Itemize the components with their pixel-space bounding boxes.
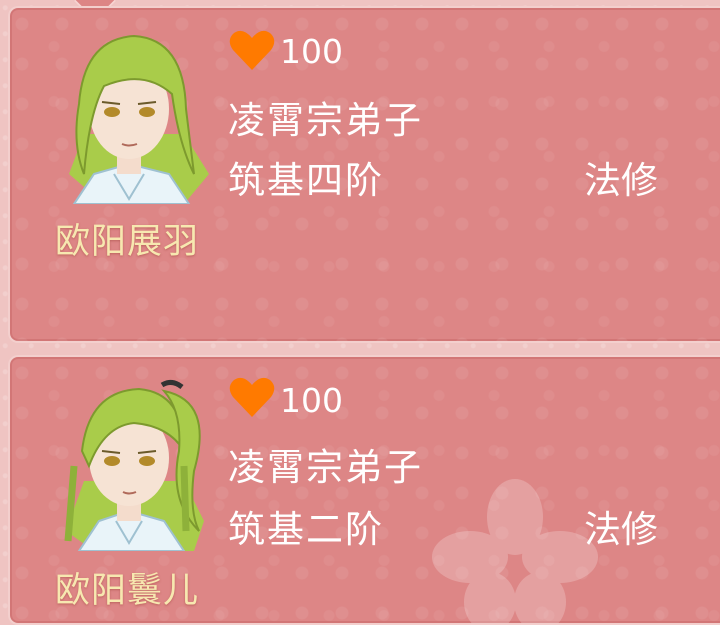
affinity-value: 100 [280, 32, 343, 71]
character-portrait [64, 379, 204, 551]
cultivation-class: 法修 [584, 508, 658, 551]
heart-icon [229, 30, 275, 70]
flower-decoration [432, 479, 598, 623]
cultivation-realm: 筑基二阶 [228, 508, 384, 551]
disciple-card-1[interactable]: 欧阳展羽 100 凌霄宗弟子 筑基四阶 法修 [8, 6, 720, 343]
faction-label: 凌霄宗弟子 [228, 446, 423, 489]
disciple-card-2[interactable]: 欧阳鬟儿 100 凌霄宗弟子 筑基二阶 法修 [8, 355, 720, 625]
character-name: 欧阳鬟儿 [54, 571, 199, 611]
character-name: 欧阳展羽 [54, 222, 199, 262]
affinity-value: 100 [280, 381, 343, 420]
character-portrait [69, 34, 209, 204]
cultivation-realm: 筑基四阶 [228, 159, 384, 202]
faction-label: 凌霄宗弟子 [228, 99, 423, 142]
heart-icon [229, 377, 275, 417]
cultivation-class: 法修 [584, 159, 658, 202]
